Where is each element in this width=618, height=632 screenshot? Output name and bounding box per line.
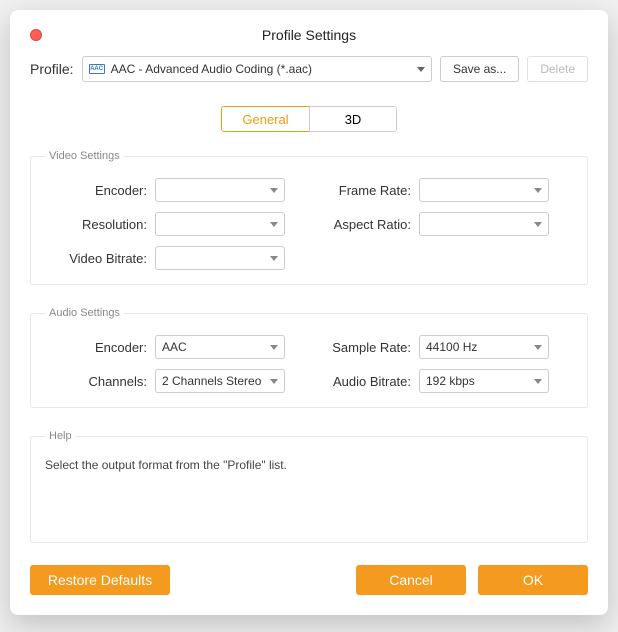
footer: Restore Defaults Cancel OK: [30, 565, 588, 595]
aspect-ratio-select[interactable]: [419, 212, 549, 236]
video-settings-legend: Video Settings: [45, 150, 124, 162]
resolution-select[interactable]: [155, 212, 285, 236]
chevron-down-icon: [534, 345, 542, 350]
window-title: Profile Settings: [30, 27, 588, 43]
chevron-down-icon: [534, 222, 542, 227]
frame-rate-select[interactable]: [419, 178, 549, 202]
channels-label: Channels:: [45, 374, 155, 389]
titlebar: Profile Settings: [30, 20, 588, 50]
profile-select-value: AAC - Advanced Audio Coding (*.aac): [111, 62, 312, 76]
video-bitrate-label: Video Bitrate:: [45, 251, 155, 266]
sample-rate-label: Sample Rate:: [309, 340, 419, 355]
help-group: Help Select the output format from the "…: [30, 430, 588, 543]
tab-3d[interactable]: 3D: [309, 106, 397, 132]
help-legend: Help: [45, 430, 76, 442]
channels-select[interactable]: 2 Channels Stereo: [155, 369, 285, 393]
audio-bitrate-label: Audio Bitrate:: [309, 374, 419, 389]
chevron-down-icon: [534, 379, 542, 384]
delete-button: Delete: [527, 56, 588, 82]
chevron-down-icon: [534, 188, 542, 193]
video-settings-group: Video Settings Encoder: Frame Rate: Reso…: [30, 150, 588, 285]
chevron-down-icon: [270, 345, 278, 350]
profile-select[interactable]: AAC AAC - Advanced Audio Coding (*.aac): [82, 56, 432, 82]
profile-label: Profile:: [30, 61, 74, 77]
profile-row: Profile: AAC AAC - Advanced Audio Coding…: [30, 56, 588, 82]
chevron-down-icon: [417, 67, 425, 72]
frame-rate-label: Frame Rate:: [309, 183, 419, 198]
video-bitrate-select[interactable]: [155, 246, 285, 270]
ok-button[interactable]: OK: [478, 565, 588, 595]
profile-settings-window: Profile Settings Profile: AAC AAC - Adva…: [10, 10, 608, 615]
chevron-down-icon: [270, 256, 278, 261]
restore-defaults-button[interactable]: Restore Defaults: [30, 565, 170, 595]
aspect-ratio-label: Aspect Ratio:: [309, 217, 419, 232]
tab-bar: General 3D: [30, 106, 588, 132]
audio-settings-group: Audio Settings Encoder: AAC Sample Rate:…: [30, 307, 588, 408]
chevron-down-icon: [270, 379, 278, 384]
cancel-button[interactable]: Cancel: [356, 565, 466, 595]
audio-bitrate-select[interactable]: 192 kbps: [419, 369, 549, 393]
sample-rate-select[interactable]: 44100 Hz: [419, 335, 549, 359]
chevron-down-icon: [270, 188, 278, 193]
video-encoder-label: Encoder:: [45, 183, 155, 198]
audio-encoder-label: Encoder:: [45, 340, 155, 355]
help-text: Select the output format from the "Profi…: [45, 458, 573, 528]
video-encoder-select[interactable]: [155, 178, 285, 202]
format-badge-icon: AAC: [89, 64, 105, 74]
audio-encoder-select[interactable]: AAC: [155, 335, 285, 359]
save-as-button[interactable]: Save as...: [440, 56, 519, 82]
resolution-label: Resolution:: [45, 217, 155, 232]
audio-settings-legend: Audio Settings: [45, 307, 124, 319]
chevron-down-icon: [270, 222, 278, 227]
tab-general[interactable]: General: [221, 106, 309, 132]
